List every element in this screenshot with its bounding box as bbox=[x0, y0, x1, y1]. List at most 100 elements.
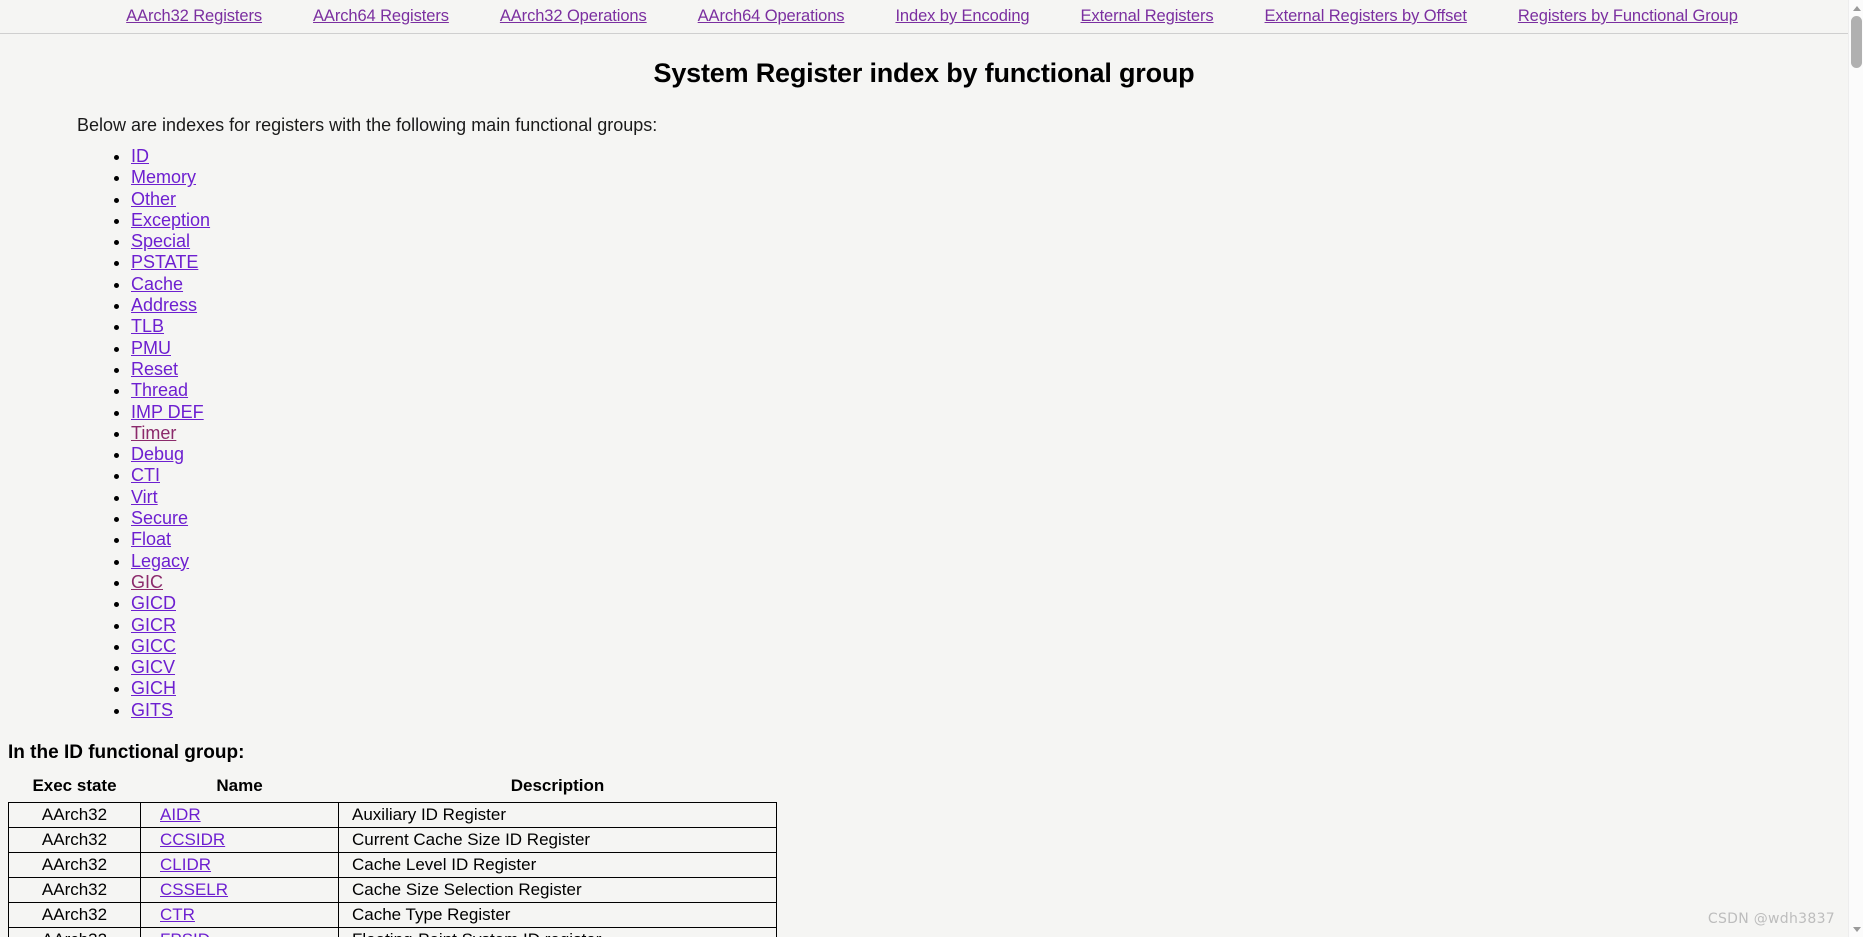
scroll-up-arrow-icon[interactable] bbox=[1849, 1, 1863, 15]
scroll-down-arrow-icon[interactable] bbox=[1849, 922, 1863, 936]
list-item: ID bbox=[131, 146, 1848, 167]
list-item: Float bbox=[131, 529, 1848, 550]
register-link-ctr[interactable]: CTR bbox=[160, 905, 195, 924]
group-link-timer[interactable]: Timer bbox=[131, 423, 176, 443]
list-item: Address bbox=[131, 295, 1848, 316]
table-row: AArch32 CSSELR Cache Size Selection Regist… bbox=[8, 877, 777, 904]
column-header-name: Name bbox=[140, 774, 339, 803]
nav-link-aarch64-operations[interactable]: AArch64 Operations bbox=[698, 7, 845, 26]
list-item: GITS bbox=[131, 700, 1848, 721]
list-item: Virt bbox=[131, 487, 1848, 508]
list-item: GICV bbox=[131, 657, 1848, 678]
group-link-gicr[interactable]: GICR bbox=[131, 615, 176, 635]
group-link-gicd[interactable]: GICD bbox=[131, 593, 176, 613]
table-row: AArch32 CLIDR Cache Level ID Register bbox=[8, 852, 777, 879]
nav-link-aarch64-registers[interactable]: AArch64 Registers bbox=[313, 7, 449, 26]
page-content: System Register index by functional grou… bbox=[0, 58, 1848, 937]
nav-link-external-registers[interactable]: External Registers bbox=[1081, 7, 1214, 26]
column-header-exec-state: Exec state bbox=[8, 774, 141, 803]
group-link-float[interactable]: Float bbox=[131, 529, 171, 549]
functional-group-list: IDMemoryOtherExceptionSpecialPSTATECache… bbox=[0, 146, 1848, 721]
page-viewport: AArch32 Registers AArch64 Registers AArch3… bbox=[0, 0, 1848, 937]
section-heading: In the ID functional group: bbox=[8, 742, 245, 764]
list-item: PMU bbox=[131, 338, 1848, 359]
group-link-pstate[interactable]: PSTATE bbox=[131, 252, 198, 272]
scrollbar-thumb[interactable] bbox=[1851, 16, 1862, 68]
register-link-clidr[interactable]: CLIDR bbox=[160, 855, 211, 874]
register-link-csselr[interactable]: CSSELR bbox=[160, 880, 228, 899]
cell-exec-state: AArch32 bbox=[8, 852, 141, 879]
group-link-thread[interactable]: Thread bbox=[131, 380, 188, 400]
group-link-debug[interactable]: Debug bbox=[131, 444, 184, 464]
list-item: PSTATE bbox=[131, 252, 1848, 273]
group-link-id[interactable]: ID bbox=[131, 146, 149, 166]
list-item: IMP DEF bbox=[131, 402, 1848, 423]
group-link-exception[interactable]: Exception bbox=[131, 210, 210, 230]
register-link-fpsid[interactable]: FPSID bbox=[160, 930, 210, 937]
nav-link-aarch32-operations[interactable]: AArch32 Operations bbox=[500, 7, 647, 26]
cell-description: Floating-Point System ID register bbox=[338, 927, 777, 937]
group-link-pmu[interactable]: PMU bbox=[131, 338, 171, 358]
group-link-imp-def[interactable]: IMP DEF bbox=[131, 402, 204, 422]
cell-description: Cache Size Selection Register bbox=[338, 877, 777, 904]
list-item: GICC bbox=[131, 636, 1848, 657]
cell-register-name: CSSELR bbox=[140, 877, 339, 904]
intro-paragraph: Below are indexes for registers with the… bbox=[77, 115, 658, 135]
cell-register-name: CLIDR bbox=[140, 852, 339, 879]
top-navigation-bar: AArch32 Registers AArch64 Registers AArch3… bbox=[0, 0, 1848, 34]
group-link-gich[interactable]: GICH bbox=[131, 678, 176, 698]
nav-link-aarch32-registers[interactable]: AArch32 Registers bbox=[126, 7, 262, 26]
table-row: AArch32 AIDR Auxiliary ID Register bbox=[8, 802, 777, 829]
list-item: GICR bbox=[131, 615, 1848, 636]
cell-exec-state: AArch32 bbox=[8, 902, 141, 929]
cell-exec-state: AArch32 bbox=[8, 877, 141, 904]
list-item: Thread bbox=[131, 380, 1848, 401]
group-link-tlb[interactable]: TLB bbox=[131, 316, 164, 336]
top-navigation-links: AArch32 Registers AArch64 Registers AArch3… bbox=[0, 0, 1848, 33]
group-link-gicc[interactable]: GICC bbox=[131, 636, 176, 656]
table-row: AArch32 CTR Cache Type Register bbox=[8, 902, 777, 929]
cell-exec-state: AArch32 bbox=[8, 927, 141, 937]
table-row: AArch32 FPSID Floating-Point System ID reg… bbox=[8, 927, 777, 937]
register-link-ccsidr[interactable]: CCSIDR bbox=[160, 830, 225, 849]
list-item: Legacy bbox=[131, 551, 1848, 572]
group-link-cache[interactable]: Cache bbox=[131, 274, 183, 294]
group-link-other[interactable]: Other bbox=[131, 189, 176, 209]
cell-register-name: AIDR bbox=[140, 802, 339, 829]
group-link-gits[interactable]: GITS bbox=[131, 700, 173, 720]
group-link-reset[interactable]: Reset bbox=[131, 359, 178, 379]
group-link-virt[interactable]: Virt bbox=[131, 487, 158, 507]
list-item: CTI bbox=[131, 465, 1848, 486]
list-item: GICH bbox=[131, 678, 1848, 699]
cell-description: Cache Type Register bbox=[338, 902, 777, 929]
list-item: TLB bbox=[131, 316, 1848, 337]
table-header: Exec state Name Description bbox=[8, 774, 777, 803]
group-link-address[interactable]: Address bbox=[131, 295, 197, 315]
cell-register-name: CCSIDR bbox=[140, 827, 339, 854]
list-item: Other bbox=[131, 189, 1848, 210]
list-item: GICD bbox=[131, 593, 1848, 614]
group-link-gicv[interactable]: GICV bbox=[131, 657, 175, 677]
group-link-legacy[interactable]: Legacy bbox=[131, 551, 189, 571]
group-link-secure[interactable]: Secure bbox=[131, 508, 188, 528]
nav-link-index-by-encoding[interactable]: Index by Encoding bbox=[895, 7, 1029, 26]
list-item: Secure bbox=[131, 508, 1848, 529]
cell-register-name: CTR bbox=[140, 902, 339, 929]
list-item: Exception bbox=[131, 210, 1848, 231]
id-group-register-table: Exec state Name Description AArch32 AIDR A… bbox=[8, 774, 777, 937]
nav-link-external-registers-by-offset[interactable]: External Registers by Offset bbox=[1265, 7, 1467, 26]
register-link-aidr[interactable]: AIDR bbox=[160, 805, 201, 824]
group-link-special[interactable]: Special bbox=[131, 231, 190, 251]
nav-link-registers-by-functional-group[interactable]: Registers by Functional Group bbox=[1518, 7, 1738, 26]
table-header-row: Exec state Name Description bbox=[8, 774, 777, 803]
vertical-scrollbar[interactable] bbox=[1848, 0, 1863, 937]
list-item: Cache bbox=[131, 274, 1848, 295]
watermark: CSDN @wdh3837 bbox=[1707, 911, 1835, 927]
list-item: Timer bbox=[131, 423, 1848, 444]
group-link-gic[interactable]: GIC bbox=[131, 572, 163, 592]
cell-exec-state: AArch32 bbox=[8, 827, 141, 854]
group-link-memory[interactable]: Memory bbox=[131, 167, 196, 187]
cell-register-name: FPSID bbox=[140, 927, 339, 937]
list-item: Debug bbox=[131, 444, 1848, 465]
group-link-cti[interactable]: CTI bbox=[131, 465, 160, 485]
